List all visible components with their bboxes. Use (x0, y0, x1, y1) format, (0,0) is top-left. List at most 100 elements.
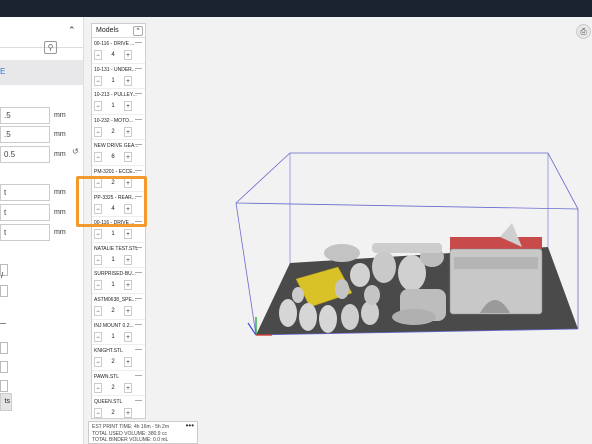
unit-label: mm (54, 112, 66, 119)
setting-field-4[interactable]: t (0, 184, 50, 201)
chevron-updown-icon[interactable]: ⌃ (68, 25, 76, 36)
model-item[interactable]: SURPRISED-BU... — − 1 + (92, 268, 145, 294)
increment-button[interactable]: + (124, 152, 132, 163)
model-menu-icon[interactable]: — (135, 269, 142, 276)
increment-button[interactable]: + (124, 75, 132, 86)
unit-label: mm (54, 151, 66, 158)
model-menu-icon[interactable]: — (135, 295, 142, 302)
setting-field-2[interactable]: .5 (0, 126, 50, 143)
model-menu-icon[interactable]: — (135, 90, 142, 97)
decrement-button[interactable]: − (94, 408, 102, 418)
model-item[interactable]: 00-116 - DRIVE ... — − 4 + (92, 38, 145, 64)
model-menu-icon[interactable]: — (135, 321, 142, 328)
quantity-value: 1 (111, 333, 115, 340)
model-item[interactable]: NEW DRIVE GEA... — − 6 + (92, 140, 145, 166)
decrement-button[interactable]: − (94, 305, 102, 316)
model-item[interactable]: KNIGHT.STL — − 2 + (92, 345, 145, 371)
setting-field-5[interactable]: t (0, 204, 50, 221)
quantity-stepper[interactable]: − 2 + (94, 382, 134, 393)
search-icon[interactable]: ⚲ (44, 41, 57, 54)
model-menu-icon[interactable]: — (135, 346, 142, 353)
increment-button[interactable]: + (124, 331, 132, 342)
quantity-value: 2 (111, 384, 115, 391)
decrement-button[interactable]: − (94, 357, 102, 368)
quantity-stepper[interactable]: − 4 + (94, 50, 134, 60)
quantity-value: 2 (111, 359, 115, 366)
decrement-button[interactable]: − (94, 75, 102, 86)
printer-icon[interactable]: ⎙ (576, 24, 591, 39)
increment-button[interactable]: + (124, 280, 132, 291)
decrement-button[interactable]: − (94, 50, 102, 60)
model-menu-icon[interactable]: — (135, 167, 142, 174)
quantity-stepper[interactable]: − 6 + (94, 152, 134, 163)
quantity-value: 1 (111, 282, 115, 289)
quantity-stepper[interactable]: − 1 + (94, 254, 134, 265)
quantity-stepper[interactable]: − 2 + (94, 126, 134, 137)
decrement-button[interactable]: − (94, 101, 102, 112)
quantity-stepper[interactable]: − 1 + (94, 101, 134, 112)
model-menu-icon[interactable]: — (135, 65, 142, 72)
input-small[interactable] (0, 380, 8, 392)
model-name: 00-116 - DRIVE ... (94, 41, 135, 47)
model-item[interactable]: INJ MOUNT 0.2... — − 1 + (92, 320, 145, 346)
build-volume-render (235, 152, 579, 336)
increment-button[interactable]: + (124, 126, 132, 137)
top-bar (0, 0, 592, 17)
model-item[interactable]: 10-131 - UNDER... — − 1 + (92, 64, 145, 90)
action-button[interactable]: ts (0, 393, 12, 411)
setting-field-6[interactable]: t (0, 224, 50, 241)
decrement-button[interactable]: − (94, 152, 102, 163)
increment-button[interactable]: + (124, 305, 132, 316)
collapse-chevron-icon[interactable]: ^ (133, 26, 143, 36)
model-menu-icon[interactable]: — (135, 39, 142, 46)
model-item[interactable]: ASTM0638_SPE... — − 2 + (92, 294, 145, 320)
checkbox-checked[interactable]: / (0, 264, 8, 280)
quantity-stepper[interactable]: − 1 + (94, 331, 134, 342)
model-menu-icon[interactable]: — (135, 141, 142, 148)
input-small[interactable] (0, 342, 8, 354)
quantity-stepper[interactable]: − 2 + (94, 357, 134, 368)
model-menu-icon[interactable]: — (135, 244, 142, 251)
more-options-icon[interactable]: ••• (186, 422, 194, 430)
model-name: NEW DRIVE GEA... (94, 143, 139, 150)
setting-field-3[interactable]: 0.5 (0, 146, 50, 163)
decrement-button[interactable]: − (94, 280, 102, 291)
increment-button[interactable]: + (124, 254, 132, 265)
model-menu-icon[interactable]: — (135, 372, 142, 379)
quantity-stepper[interactable]: − 1 + (94, 75, 134, 86)
checkbox[interactable] (0, 285, 8, 297)
model-item[interactable]: 10-213 - PULLEY... — − 1 + (92, 89, 145, 115)
decrement-button[interactable]: − (94, 382, 102, 393)
decrement-button[interactable]: − (94, 331, 102, 342)
increment-button[interactable]: + (124, 101, 132, 112)
3d-viewport[interactable] (150, 17, 592, 444)
increment-button[interactable]: + (124, 382, 132, 393)
model-item[interactable]: PAWN.STL — − 2 + (92, 371, 145, 397)
model-item[interactable]: NATALIE TEST.STL — − 1 + (92, 243, 145, 269)
increment-button[interactable]: + (124, 229, 132, 240)
model-menu-icon[interactable]: — (135, 116, 142, 123)
quantity-stepper[interactable]: − 1 + (94, 280, 134, 291)
model-menu-icon[interactable]: — (135, 397, 142, 404)
tab-label: E (0, 67, 6, 76)
tab-active[interactable]: E (0, 60, 83, 85)
model-name: NATALIE TEST.STL (94, 245, 139, 252)
decrement-button[interactable]: − (94, 254, 102, 265)
model-item[interactable]: 10-232 - MOTO... — − 2 + (92, 115, 145, 141)
decrement-button[interactable]: − (94, 126, 102, 137)
setting-field-1[interactable]: .5 (0, 107, 50, 124)
quantity-stepper[interactable]: − 1 + (94, 229, 134, 240)
model-item[interactable]: QUEEN.STL — − 2 + (92, 396, 145, 418)
increment-button[interactable]: + (124, 50, 132, 60)
quantity-stepper[interactable]: − 2 + (94, 305, 134, 316)
quantity-stepper[interactable]: − 2 + (94, 408, 134, 418)
decrement-button[interactable]: − (94, 229, 102, 240)
divider (0, 323, 6, 324)
used-volume-value: 380.9 cc (148, 430, 167, 437)
increment-button[interactable]: + (124, 408, 132, 418)
highlight-box (76, 176, 147, 227)
input-small[interactable] (0, 361, 8, 373)
quantity-value: 1 (111, 103, 115, 110)
increment-button[interactable]: + (124, 357, 132, 368)
reset-icon[interactable]: ↺ (72, 147, 79, 156)
